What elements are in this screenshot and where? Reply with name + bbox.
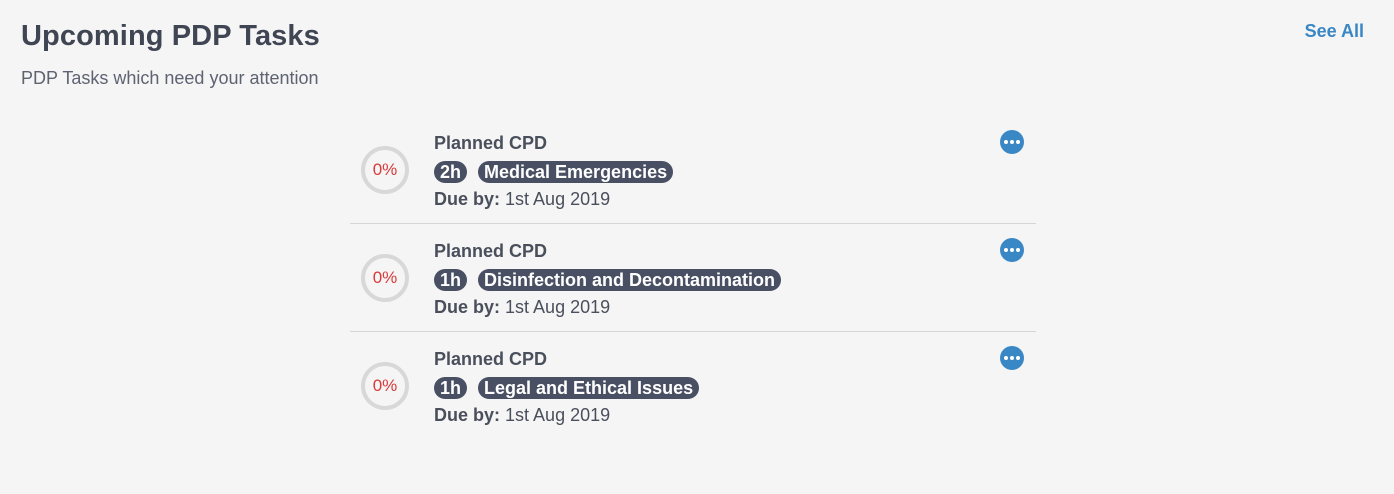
hours-badge: 1h — [434, 377, 468, 399]
section-header: Upcoming PDP Tasks PDP Tasks which need … — [21, 20, 320, 89]
hours-badge: 1h — [434, 269, 468, 291]
more-options-icon[interactable] — [1000, 130, 1024, 154]
task-tags: 1h Disinfection and Decontamination — [434, 269, 792, 291]
task-list: 0% Planned CPD 2h Medical Emergencies Du… — [350, 116, 1036, 440]
due-label: Due by: — [434, 297, 501, 317]
task-body: Planned CPD 1h Legal and Ethical Issues … — [434, 348, 710, 426]
due-value: 1st Aug 2019 — [505, 297, 611, 317]
progress-ring: 0% — [361, 146, 409, 194]
task-type: Planned CPD — [434, 349, 548, 369]
progress-ring: 0% — [361, 362, 409, 410]
due-label: Due by: — [434, 405, 501, 425]
progress-percent: 0% — [372, 160, 398, 179]
topic-badge: Legal and Ethical Issues — [478, 377, 700, 399]
more-options-icon[interactable] — [1000, 238, 1024, 262]
task-body: Planned CPD 2h Medical Emergencies Due b… — [434, 132, 684, 210]
page-title: Upcoming PDP Tasks — [21, 20, 320, 52]
task-body: Planned CPD 1h Disinfection and Decontam… — [434, 240, 792, 318]
topic-badge: Medical Emergencies — [478, 161, 674, 183]
progress-ring: 0% — [361, 254, 409, 302]
task-item[interactable]: 0% Planned CPD 1h Disinfection and Decon… — [350, 224, 1036, 332]
task-type: Planned CPD — [434, 133, 548, 153]
due-value: 1st Aug 2019 — [505, 189, 611, 209]
task-item[interactable]: 0% Planned CPD 2h Medical Emergencies Du… — [350, 116, 1036, 224]
hours-badge: 2h — [434, 161, 468, 183]
task-item[interactable]: 0% Planned CPD 1h Legal and Ethical Issu… — [350, 332, 1036, 440]
page-subtitle: PDP Tasks which need your attention — [21, 68, 319, 88]
more-options-icon[interactable] — [1000, 346, 1024, 370]
progress-percent: 0% — [372, 268, 398, 287]
topic-badge: Disinfection and Decontamination — [478, 269, 782, 291]
see-all-link[interactable]: See All — [1305, 21, 1364, 42]
due-label: Due by: — [434, 189, 501, 209]
task-type: Planned CPD — [434, 241, 548, 261]
due-date: Due by: 1st Aug 2019 — [434, 296, 792, 318]
due-date: Due by: 1st Aug 2019 — [434, 404, 710, 426]
task-tags: 2h Medical Emergencies — [434, 161, 684, 183]
progress-percent: 0% — [372, 376, 398, 395]
task-tags: 1h Legal and Ethical Issues — [434, 377, 710, 399]
due-date: Due by: 1st Aug 2019 — [434, 188, 684, 210]
due-value: 1st Aug 2019 — [505, 405, 611, 425]
